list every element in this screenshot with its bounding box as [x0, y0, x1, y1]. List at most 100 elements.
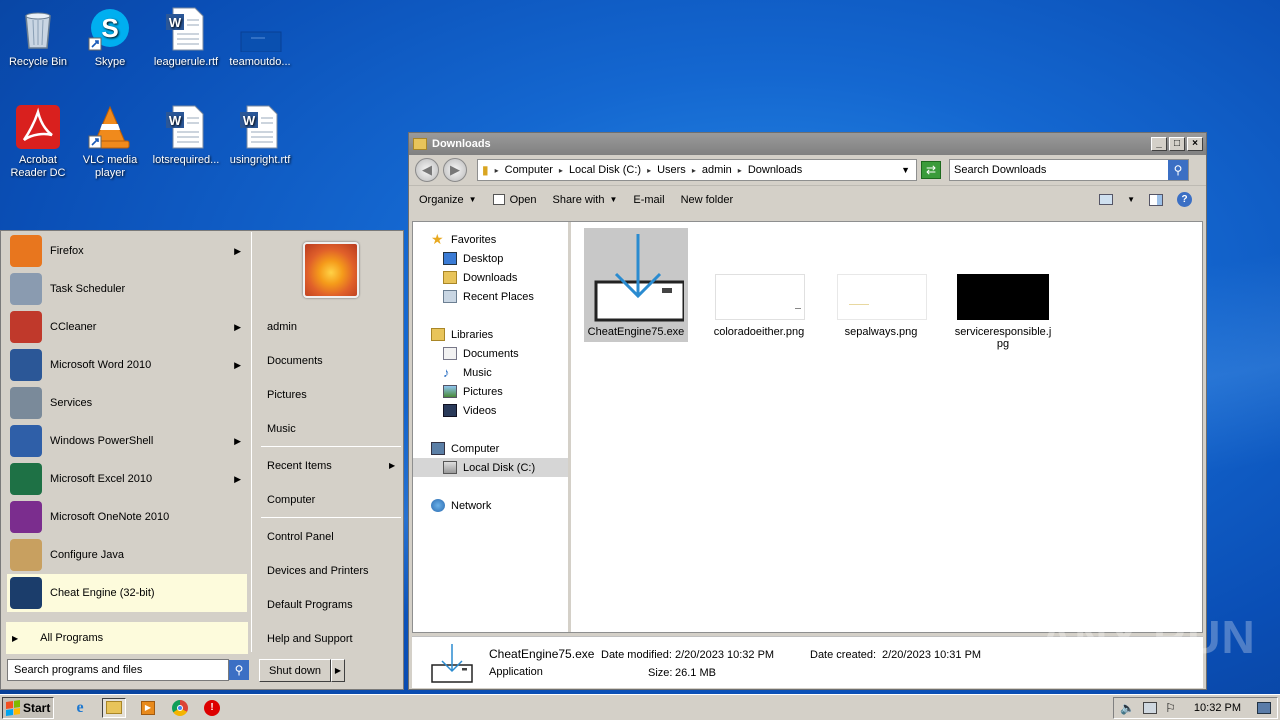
minimize-button[interactable]: _	[1151, 137, 1167, 151]
taskbar: Start e ▶ ! 🔈 ⚐ 10:32 PM	[0, 694, 1280, 720]
nav-local-disk[interactable]: Local Disk (C:)	[413, 458, 568, 477]
nav-label: Computer	[451, 442, 500, 455]
windows-explorer-icon[interactable]	[102, 697, 126, 718]
nav-music[interactable]: ♪ Music	[413, 363, 568, 382]
start-program-item[interactable]: Firefox ▶	[2, 232, 251, 270]
start-link-music[interactable]: Music	[267, 423, 296, 435]
action-center-flag-icon[interactable]: ⚐	[1165, 701, 1176, 715]
breadcrumb-users[interactable]: Users	[657, 164, 686, 176]
all-programs-button[interactable]: ▶ All Programs	[6, 622, 248, 654]
nav-recent-places[interactable]: Recent Places	[413, 287, 568, 306]
desktop-icon-usingright[interactable]: W usingright.rtf	[222, 104, 298, 167]
start-program-item[interactable]: Task Scheduler	[2, 270, 251, 308]
desktop-icon-leaguerule[interactable]: W leaguerule.rtf	[148, 6, 224, 69]
desktop-icon	[443, 252, 457, 265]
start-program-label: Windows PowerShell	[50, 435, 154, 447]
nav-computer[interactable]: Computer	[413, 439, 568, 458]
nav-favorites[interactable]: ★ Favorites	[413, 230, 568, 249]
desktop-icon-acrobat[interactable]: Acrobat Reader DC	[0, 104, 76, 180]
chrome-icon[interactable]	[170, 698, 190, 718]
nav-documents[interactable]: Documents	[413, 344, 568, 363]
start-link-documents[interactable]: Documents	[267, 355, 323, 367]
nav-network[interactable]: Network	[413, 496, 568, 515]
chevron-right-icon: ▶	[234, 359, 241, 370]
forward-button[interactable]: ▶	[443, 158, 467, 182]
shutdown-options-button[interactable]: ▶	[331, 659, 345, 682]
search-icon[interactable]: ⚲	[229, 660, 249, 680]
organize-button[interactable]: Organize ▼	[419, 194, 477, 206]
desktop-icon-recycle-bin[interactable]: Recycle Bin	[0, 6, 76, 69]
anyrun-watermark: ANY RUN	[1040, 611, 1256, 663]
volume-icon[interactable]: 🔈	[1120, 701, 1135, 715]
start-link-admin[interactable]: admin	[267, 321, 297, 333]
search-downloads-input[interactable]: Search Downloads ⚲	[949, 159, 1189, 181]
preview-pane-icon[interactable]	[1149, 193, 1163, 206]
jpg-thumbnail	[957, 228, 1049, 320]
help-icon[interactable]: ?	[1177, 192, 1192, 207]
start-program-item[interactable]: Services	[2, 384, 251, 422]
email-button[interactable]: E-mail	[633, 194, 664, 206]
refresh-button[interactable]: ⇄	[921, 161, 941, 179]
start-link-help-support[interactable]: Help and Support	[267, 633, 353, 645]
file-item-cheatengine[interactable]: CheatEngine75.exe	[584, 228, 688, 342]
open-button[interactable]: Open	[492, 194, 536, 206]
back-button[interactable]: ◀	[415, 158, 439, 182]
view-options-icon[interactable]	[1099, 194, 1114, 205]
desktop-icon-skype[interactable]: S Skype	[72, 6, 148, 69]
media-player-icon[interactable]: ▶	[138, 698, 158, 718]
start-link-control-panel[interactable]: Control Panel	[267, 531, 334, 543]
breadcrumb-downloads[interactable]: Downloads	[748, 164, 802, 176]
start-search-input[interactable]: Search programs and files	[7, 659, 229, 681]
separator	[261, 517, 401, 518]
new-folder-button[interactable]: New folder	[681, 194, 734, 206]
start-link-devices-printers[interactable]: Devices and Printers	[267, 565, 369, 577]
desktop-icon-lotsrequired[interactable]: W lotsrequired...	[148, 104, 224, 167]
search-icon[interactable]: ⚲	[1168, 160, 1188, 180]
excel-icon	[10, 463, 42, 495]
address-bar[interactable]: ▮ ▸ Computer ▸ Local Disk (C:) ▸ Users ▸…	[477, 159, 917, 181]
desktop-icon-vlc[interactable]: VLC media player	[72, 104, 148, 180]
start-program-item[interactable]: Microsoft Word 2010 ▶	[2, 346, 251, 384]
nav-pictures[interactable]: Pictures	[413, 382, 568, 401]
window-titlebar[interactable]: Downloads _ □ ×	[409, 133, 1206, 155]
nav-videos[interactable]: Videos	[413, 401, 568, 420]
folder-arrow-icon: ▮	[482, 163, 489, 177]
nav-desktop[interactable]: Desktop	[413, 249, 568, 268]
nav-label: Recent Places	[463, 290, 534, 303]
start-link-default-programs[interactable]: Default Programs	[267, 599, 353, 611]
breadcrumb-admin[interactable]: admin	[702, 164, 732, 176]
close-button[interactable]: ×	[1187, 137, 1203, 151]
desktop-icon-teamoutdo[interactable]: teamoutdo...	[222, 6, 298, 69]
internet-explorer-icon[interactable]: e	[70, 698, 90, 718]
file-item-serviceresponsible[interactable]: serviceresponsible.j pg	[951, 228, 1055, 350]
desktop-icon-label: leaguerule.rtf	[153, 56, 219, 68]
start-program-label: Microsoft Excel 2010	[50, 473, 153, 485]
start-program-item[interactable]: Cheat Engine (32-bit)	[7, 574, 247, 612]
start-button[interactable]: Start	[2, 696, 54, 719]
network-status-icon[interactable]	[1143, 701, 1158, 714]
nav-libraries[interactable]: Libraries	[413, 325, 568, 344]
start-program-item[interactable]: Configure Java	[2, 536, 251, 574]
clock[interactable]: 10:32 PM	[1194, 702, 1241, 714]
start-link-computer[interactable]: Computer	[267, 494, 315, 506]
start-program-item[interactable]: CCleaner ▶	[2, 308, 251, 346]
svg-text:W: W	[243, 113, 256, 128]
show-desktop-icon[interactable]	[1257, 701, 1271, 714]
file-item-sepalways[interactable]: sepalways.png	[829, 228, 933, 338]
file-item-coloradoeither[interactable]: coloradoeither.png	[707, 228, 811, 338]
shutdown-button[interactable]: Shut down	[259, 659, 331, 682]
nav-downloads[interactable]: Downloads	[413, 268, 568, 287]
start-program-item[interactable]: Windows PowerShell ▶	[2, 422, 251, 460]
chevron-down-icon[interactable]: ▼	[1127, 195, 1135, 204]
start-program-item[interactable]: Microsoft OneNote 2010	[2, 498, 251, 536]
start-link-recent-items[interactable]: Recent Items	[267, 460, 332, 472]
user-avatar[interactable]	[303, 242, 359, 298]
start-program-item[interactable]: Microsoft Excel 2010 ▶	[2, 460, 251, 498]
breadcrumb-local-disk[interactable]: Local Disk (C:)	[569, 164, 641, 176]
chevron-down-icon[interactable]: ▼	[901, 165, 910, 175]
opera-icon[interactable]: !	[202, 698, 222, 718]
start-link-pictures[interactable]: Pictures	[267, 389, 307, 401]
share-with-button[interactable]: Share with ▼	[552, 194, 617, 206]
maximize-button[interactable]: □	[1169, 137, 1185, 151]
breadcrumb-computer[interactable]: Computer	[505, 164, 553, 176]
